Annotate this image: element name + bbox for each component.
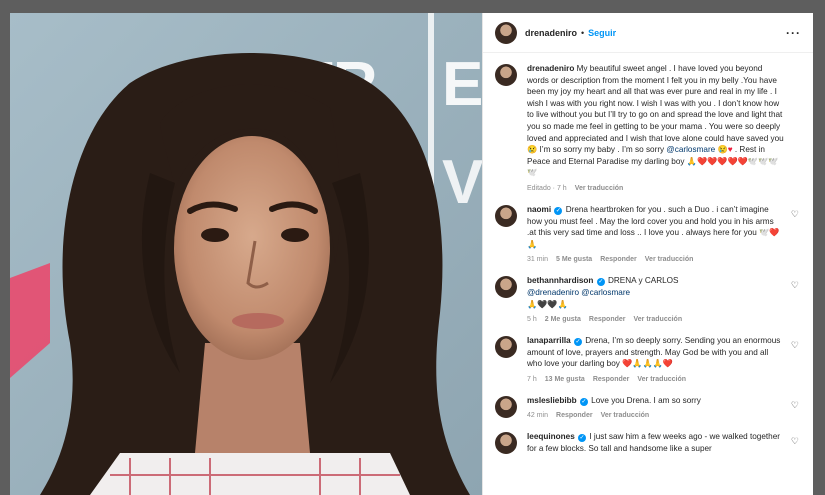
avatar[interactable] bbox=[495, 395, 517, 418]
comment-likes[interactable]: 13 Me gusta bbox=[545, 376, 585, 383]
comment-item: leequinones ✓ I just saw him a few weeks… bbox=[495, 431, 801, 455]
post-header: drenadeniro • Seguir ··· bbox=[483, 13, 813, 53]
verified-badge-icon: ✓ bbox=[554, 206, 563, 215]
mention-link[interactable]: @drenadeniro bbox=[527, 288, 579, 297]
comment-text: leequinones ✓ I just saw him a few weeks… bbox=[527, 431, 785, 454]
comment-text: mslesliebibb ✓ Love you Drena. I am so s… bbox=[527, 395, 785, 407]
comment-time: 42 min bbox=[527, 412, 549, 420]
reply-button[interactable]: Responder bbox=[556, 412, 593, 419]
comment-meta: 42 min Responder Ver traducción bbox=[527, 412, 785, 419]
backdrop-letter-v: V bbox=[442, 148, 482, 217]
comment-emoji-tail: 🙏🖤🖤🙏 bbox=[527, 299, 568, 309]
like-heart-icon[interactable]: ♡ bbox=[791, 340, 799, 351]
sad-emoji-icon: 😢 bbox=[717, 145, 728, 155]
comment-username[interactable]: mslesliebibb bbox=[527, 396, 577, 405]
see-translation-link[interactable]: Ver traducción bbox=[601, 412, 650, 419]
comment-meta: 7 h 13 Me gusta Responder Ver traducción bbox=[527, 376, 785, 383]
caption-body-2: I’m so sorry my baby . I’m so sorry bbox=[539, 145, 665, 155]
verified-badge-icon: ✓ bbox=[578, 434, 587, 443]
avatar[interactable] bbox=[495, 64, 517, 86]
comment-body: Love you Drena. I am so sorry bbox=[591, 395, 701, 405]
verified-badge-icon: ✓ bbox=[596, 278, 605, 287]
post-sidebar: drenadeniro • Seguir ··· drenadeniro My … bbox=[482, 13, 813, 495]
verified-badge-icon: ✓ bbox=[579, 397, 588, 406]
reply-button[interactable]: Responder bbox=[593, 376, 630, 383]
comment-body: DRENA y CARLOS bbox=[607, 276, 679, 286]
see-translation-link[interactable]: Ver traducción bbox=[637, 376, 686, 383]
avatar[interactable] bbox=[495, 336, 517, 359]
comment-item: bethannhardison ✓ DRENA y CARLOS @drenad… bbox=[495, 275, 801, 323]
caption-meta: Editado · 7 h Ver traducción bbox=[527, 185, 785, 192]
comment-username[interactable]: leequinones bbox=[527, 432, 575, 441]
like-heart-icon[interactable]: ♡ bbox=[791, 436, 799, 447]
comment-item: naomi ✓ Drena heartbroken for you . such… bbox=[495, 204, 801, 263]
reply-button[interactable]: Responder bbox=[600, 256, 637, 263]
post-photo: TR E T V bbox=[10, 13, 482, 495]
comment-time: 31 min bbox=[527, 256, 549, 264]
heart-emoji-icon: ♥ bbox=[727, 145, 733, 155]
comment-username[interactable]: bethannhardison bbox=[527, 276, 593, 285]
comment-likes[interactable]: 2 Me gusta bbox=[545, 316, 581, 323]
comment-body: Drena heartbroken for you . such a Duo .… bbox=[527, 204, 774, 238]
sad-emoji-icon: 😢 bbox=[527, 145, 538, 155]
comment-username[interactable]: naomi bbox=[527, 205, 551, 214]
more-options-icon[interactable]: ··· bbox=[786, 26, 801, 40]
caption-username[interactable]: drenadeniro bbox=[527, 64, 574, 73]
comment-meta: 5 h 2 Me gusta Responder Ver traducción bbox=[527, 316, 785, 323]
comment-meta: 31 min 5 Me gusta Responder Ver traducci… bbox=[527, 256, 785, 263]
comment-emoji-tail: ❤️🙏🙏🙏❤️ bbox=[622, 359, 674, 369]
like-heart-icon[interactable]: ♡ bbox=[791, 280, 799, 291]
edited-label: Editado · 7 h bbox=[527, 184, 567, 192]
avatar[interactable] bbox=[495, 432, 517, 455]
avatar[interactable] bbox=[495, 276, 517, 299]
backdrop-letter-e: E bbox=[442, 50, 482, 119]
comment-text: lanaparrilla ✓ Drena, I’m so deeply sorr… bbox=[527, 335, 785, 370]
avatar[interactable] bbox=[495, 21, 517, 44]
comments-list: drenadeniro My beautiful sweet angel . I… bbox=[483, 53, 813, 455]
post-caption: drenadeniro My beautiful sweet angel . I… bbox=[495, 63, 801, 192]
comment-time: 7 h bbox=[527, 375, 537, 383]
portrait-image: TR E T V bbox=[10, 13, 482, 495]
comment-likes[interactable]: 5 Me gusta bbox=[556, 256, 592, 263]
see-translation-link[interactable]: Ver traducción bbox=[575, 185, 624, 192]
caption-body: My beautiful sweet angel . I have loved … bbox=[527, 64, 784, 143]
see-translation-link[interactable]: Ver traducción bbox=[645, 256, 694, 263]
separator-dot: • bbox=[581, 27, 585, 38]
comment-time: 5 h bbox=[527, 316, 537, 324]
post-author-username[interactable]: drenadeniro bbox=[525, 28, 577, 38]
like-heart-icon[interactable]: ♡ bbox=[791, 400, 799, 411]
avatar[interactable] bbox=[495, 204, 517, 227]
comment-username[interactable]: lanaparrilla bbox=[527, 336, 571, 345]
see-translation-link[interactable]: Ver traducción bbox=[633, 316, 682, 323]
mention-link[interactable]: @carlosmare bbox=[666, 145, 715, 154]
comment-text: naomi ✓ Drena heartbroken for you . such… bbox=[527, 204, 785, 250]
caption-text: drenadeniro My beautiful sweet angel . I… bbox=[527, 63, 785, 179]
comment-item: lanaparrilla ✓ Drena, I’m so deeply sorr… bbox=[495, 335, 801, 383]
mention-link[interactable]: @carlosmare bbox=[581, 288, 630, 297]
like-heart-icon[interactable]: ♡ bbox=[791, 209, 799, 220]
comment-item: mslesliebibb ✓ Love you Drena. I am so s… bbox=[495, 395, 801, 419]
comment-text: bethannhardison ✓ DRENA y CARLOS @drenad… bbox=[527, 275, 785, 310]
follow-button[interactable]: Seguir bbox=[588, 28, 616, 38]
reply-button[interactable]: Responder bbox=[589, 316, 626, 323]
verified-badge-icon: ✓ bbox=[573, 338, 582, 347]
